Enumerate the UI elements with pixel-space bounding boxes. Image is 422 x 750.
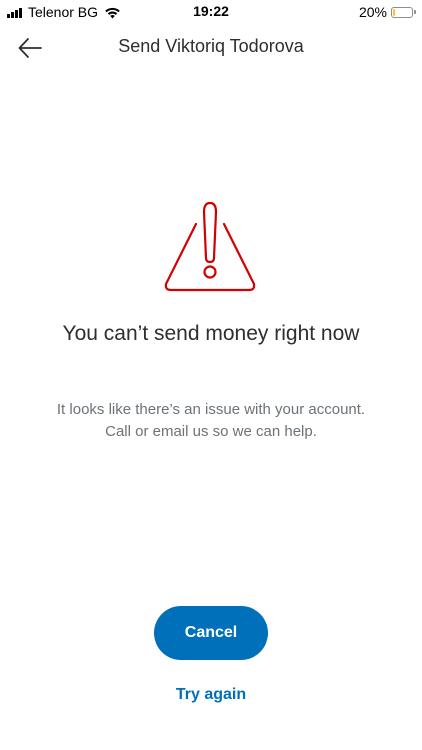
battery-percentage: 20% xyxy=(358,4,387,20)
nav-header: Send Viktoriq Todorova xyxy=(0,28,422,68)
battery-icon xyxy=(391,6,413,18)
try-again-link[interactable]: Try again xyxy=(0,686,422,704)
warning-triangle-icon xyxy=(160,198,260,296)
cancel-button[interactable]: Cancel xyxy=(154,606,268,660)
error-heading: You can’t send money right now xyxy=(62,322,360,345)
status-bar-right: 20% xyxy=(359,3,416,21)
back-button[interactable] xyxy=(16,35,44,61)
error-message: It looks like there’s an issue with your… xyxy=(20,399,402,443)
error-message-line: Call or email us so we can help. xyxy=(105,423,317,440)
arrow-left-icon xyxy=(18,38,42,58)
battery-tip xyxy=(414,10,416,14)
status-bar: Telenor BG 19:22 20% xyxy=(0,0,422,24)
battery-level-fill xyxy=(393,8,395,16)
error-message-line: It looks like there’s an issue with your… xyxy=(56,401,366,418)
page-title: Send Viktoriq Todorova xyxy=(118,36,304,56)
